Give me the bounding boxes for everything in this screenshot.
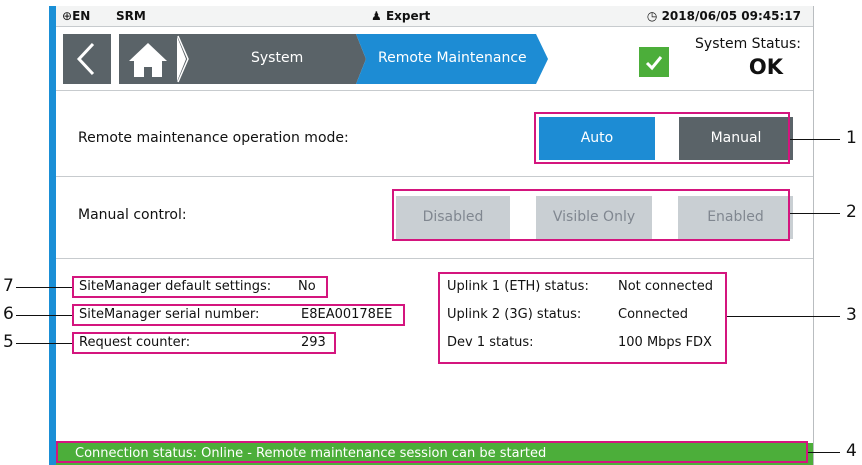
clock-icon: ◷ — [646, 9, 658, 23]
callout-line-7 — [16, 287, 72, 288]
callout-line-4 — [808, 452, 840, 453]
breadcrumb-system[interactable]: System — [166, 34, 366, 84]
callout-3: 3 — [846, 305, 857, 325]
user-indicator: ♟ Expert — [371, 9, 431, 23]
highlight-uplinks — [438, 272, 727, 364]
status-ok-check — [639, 47, 669, 77]
back-button[interactable] — [63, 34, 111, 84]
callout-2: 2 — [846, 202, 857, 222]
divider — [56, 176, 813, 177]
navigation-bar: System Remote Maintenance System Status:… — [56, 27, 813, 91]
callout-line-1 — [790, 139, 840, 140]
figure: ⊕EN SRM ♟ Expert ◷ 2018/06/05 09:45:17 S… — [0, 0, 862, 465]
app-name: SRM — [116, 9, 146, 23]
system-status-value: OK — [748, 55, 783, 79]
callout-6: 6 — [3, 304, 14, 324]
language-indicator[interactable]: ⊕EN — [62, 9, 90, 23]
highlight-default-settings — [72, 276, 328, 298]
callout-line-3 — [727, 316, 840, 317]
highlight-serial-number — [72, 304, 405, 326]
callout-5: 5 — [3, 332, 14, 352]
globe-icon: ⊕ — [62, 9, 73, 23]
operation-mode-label: Remote maintenance operation mode: — [78, 130, 349, 146]
highlight-connection-bar — [56, 441, 808, 463]
callout-1: 1 — [846, 128, 857, 148]
chevron-left-icon — [76, 42, 95, 76]
system-status-label: System Status: — [695, 36, 801, 52]
callout-4: 4 — [846, 441, 857, 461]
breadcrumb-remote-maintenance[interactable]: Remote Maintenance — [356, 34, 556, 84]
check-icon — [645, 56, 663, 71]
clock: ◷ 2018/06/05 09:45:17 — [646, 9, 801, 23]
user-icon: ♟ — [371, 9, 382, 23]
highlight-mode-buttons — [534, 112, 790, 164]
status-bar: ⊕EN SRM ♟ Expert ◷ 2018/06/05 09:45:17 — [56, 6, 813, 27]
manual-control-label: Manual control: — [78, 207, 187, 223]
highlight-manual-control — [392, 189, 790, 241]
callout-line-2 — [790, 213, 840, 214]
divider — [56, 258, 813, 259]
callout-line-6 — [16, 315, 72, 316]
callout-7: 7 — [3, 276, 14, 296]
callout-line-5 — [16, 343, 72, 344]
highlight-request-counter — [72, 332, 336, 354]
